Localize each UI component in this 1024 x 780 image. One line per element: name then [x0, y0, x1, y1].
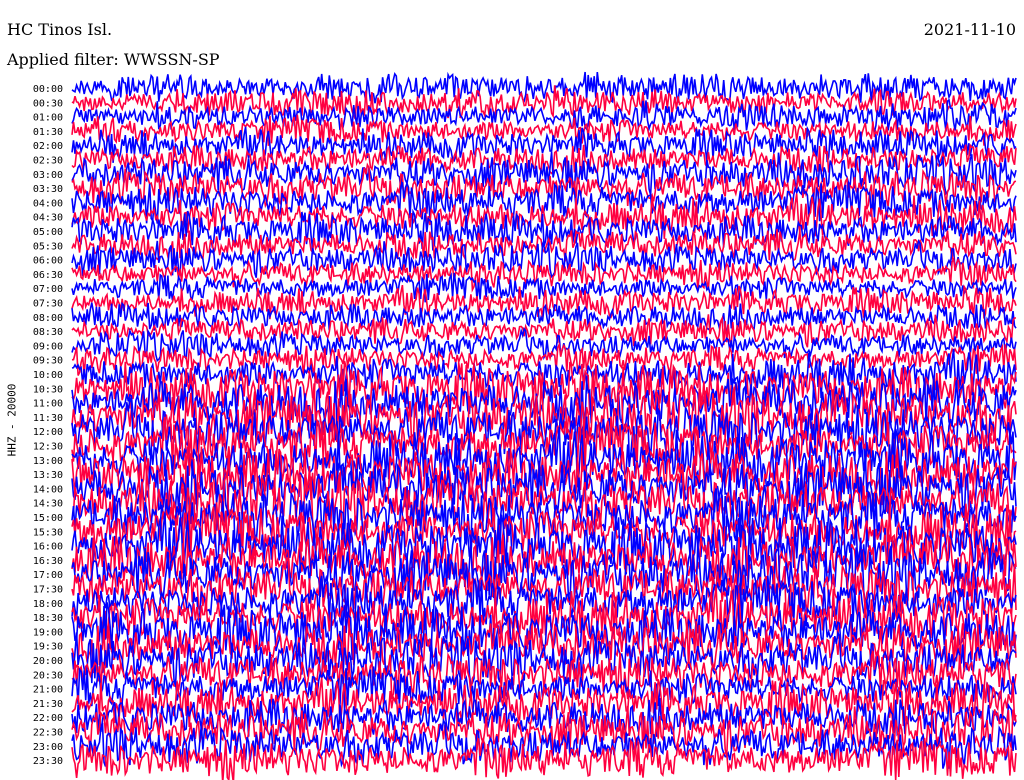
time-tick-label: 18:00	[33, 599, 63, 610]
time-tick-label: 22:30	[33, 728, 63, 739]
time-tick-label: 20:30	[33, 670, 63, 681]
time-tick-label: 10:00	[33, 370, 63, 381]
time-tick-label: 05:00	[33, 227, 63, 238]
time-tick-label: 22:00	[33, 713, 63, 724]
time-tick-label: 02:30	[33, 156, 63, 167]
time-tick-label: 03:30	[33, 184, 63, 195]
time-tick-label: 13:30	[33, 470, 63, 481]
time-tick-label: 14:30	[33, 499, 63, 510]
time-tick-label: 15:30	[33, 527, 63, 538]
time-tick-label: 20:00	[33, 656, 63, 667]
time-tick-label: 16:00	[33, 542, 63, 553]
time-tick-label: 07:30	[33, 299, 63, 310]
time-tick-label: 23:30	[33, 756, 63, 767]
time-tick-label: 09:30	[33, 356, 63, 367]
time-tick-label: 06:30	[33, 270, 63, 281]
time-tick-label: 12:30	[33, 442, 63, 453]
time-tick-label: 08:00	[33, 313, 63, 324]
time-tick-label: 00:30	[33, 98, 63, 109]
time-tick-label: 13:00	[33, 456, 63, 467]
time-tick-label: 00:00	[33, 84, 63, 95]
time-tick-label: 16:30	[33, 556, 63, 567]
time-tick-label: 03:00	[33, 170, 63, 181]
time-tick-label: 23:00	[33, 742, 63, 753]
time-tick-label: 17:00	[33, 570, 63, 581]
time-tick-label: 11:00	[33, 399, 63, 410]
time-tick-label: 09:00	[33, 341, 63, 352]
time-tick-label: 06:00	[33, 256, 63, 267]
time-tick-label: 21:30	[33, 699, 63, 710]
time-tick-label: 21:00	[33, 685, 63, 696]
time-tick-label: 17:30	[33, 585, 63, 596]
time-tick-label: 14:00	[33, 484, 63, 495]
time-tick-label: 08:30	[33, 327, 63, 338]
time-tick-label: 15:00	[33, 513, 63, 524]
time-tick-label: 19:30	[33, 642, 63, 653]
time-tick-label: 12:00	[33, 427, 63, 438]
time-tick-label: 19:00	[33, 627, 63, 638]
time-tick-label: 01:00	[33, 113, 63, 124]
helicorder-plot: 00:00 00:30 01:00 01:30 02:00 02:30 03:00 03:30…	[33, 71, 1017, 780]
time-tick-label: 02:00	[33, 141, 63, 152]
time-tick-label: 05:30	[33, 241, 63, 252]
time-tick-label: 04:00	[33, 198, 63, 209]
time-tick-label: 07:00	[33, 284, 63, 295]
time-tick-label: 04:30	[33, 213, 63, 224]
time-tick-label: 18:30	[33, 613, 63, 624]
time-tick-label: 01:30	[33, 127, 63, 138]
time-tick-label: 11:30	[33, 413, 63, 424]
time-tick-label: 10:30	[33, 384, 63, 395]
